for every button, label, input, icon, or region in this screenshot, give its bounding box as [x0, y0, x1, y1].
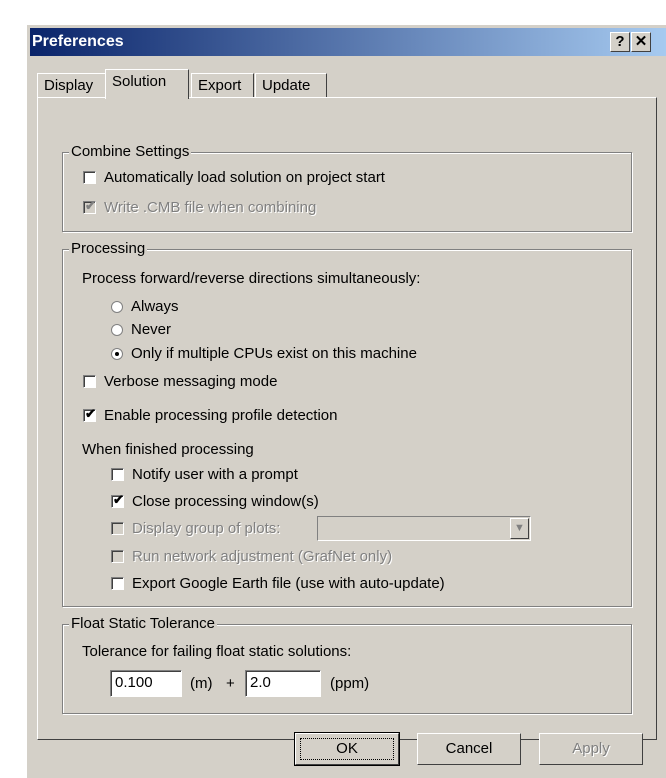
processing-title: Processing — [69, 240, 148, 257]
help-button[interactable]: ? — [610, 32, 630, 52]
finished-label: When finished processing — [82, 441, 254, 458]
check-icon: ✔ — [113, 492, 124, 507]
close-button[interactable]: ✕ — [631, 32, 651, 52]
close-window-checkbox[interactable]: ✔ Close processing window(s) — [111, 492, 319, 510]
title-bar: Preferences ? ✕ — [30, 28, 666, 56]
write-cmb-check: ✔ — [83, 198, 96, 214]
direction-label: Process forward/reverse directions simul… — [82, 270, 421, 287]
notify-check[interactable] — [111, 468, 124, 481]
run-network-checkbox: Run network adjustment (GrafNet only) — [111, 548, 392, 565]
apply-button: Apply — [539, 733, 643, 765]
tolerance-meters-input[interactable]: 0.100 — [110, 670, 182, 697]
plus-label: + — [226, 675, 235, 692]
auto-load-checkbox[interactable]: Automatically load solution on project s… — [83, 169, 385, 186]
processing-group: Processing Process forward/reverse direc… — [62, 240, 632, 607]
radio-never-button[interactable] — [111, 323, 123, 336]
ppm-unit-label: (ppm) — [330, 675, 370, 692]
plots-group-select: ▼ — [317, 516, 531, 541]
verbose-checkbox[interactable]: Verbose messaging mode — [83, 373, 277, 390]
focus-rect — [300, 738, 394, 760]
close-window-check[interactable]: ✔ — [111, 492, 124, 508]
display-plots-checkbox: Display group of plots: — [111, 520, 280, 537]
radio-never[interactable]: Never — [111, 321, 171, 338]
display-plots-check — [111, 522, 124, 535]
run-network-check — [111, 550, 124, 563]
cancel-button[interactable]: Cancel — [417, 733, 521, 765]
radio-selected-dot — [115, 351, 119, 356]
tab-export[interactable]: Export — [191, 73, 254, 97]
radio-multi-cpu-button[interactable] — [111, 347, 123, 360]
window-title: Preferences — [32, 33, 124, 50]
profile-detection-check[interactable]: ✔ — [83, 406, 96, 422]
ok-button[interactable]: OK — [294, 732, 400, 766]
preferences-dialog: Preferences ? ✕ Display Solution Export … — [26, 24, 666, 778]
tab-update[interactable]: Update — [255, 73, 327, 97]
export-google-earth-check[interactable] — [111, 577, 124, 590]
radio-multi-cpu[interactable]: Only if multiple CPUs exist on this mach… — [111, 345, 417, 362]
tolerance-ppm-input[interactable]: 2.0 — [245, 670, 321, 697]
notify-checkbox[interactable]: Notify user with a prompt — [111, 466, 298, 483]
chevron-down-icon: ▼ — [510, 518, 529, 539]
profile-detection-checkbox[interactable]: ✔ Enable processing profile detection — [83, 406, 337, 424]
check-icon: ✔ — [85, 198, 96, 213]
export-google-earth-checkbox[interactable]: Export Google Earth file (use with auto-… — [111, 575, 445, 592]
float-static-title: Float Static Tolerance — [69, 615, 217, 632]
radio-always[interactable]: Always — [111, 298, 179, 315]
float-static-group: Float Static Tolerance Tolerance for fai… — [62, 615, 632, 714]
tab-display[interactable]: Display — [37, 73, 107, 97]
solution-panel: Combine Settings Automatically load solu… — [37, 97, 657, 740]
tab-solution[interactable]: Solution — [105, 69, 189, 99]
float-static-description: Tolerance for failing float static solut… — [82, 643, 352, 660]
verbose-check[interactable] — [83, 375, 96, 388]
meters-unit-label: (m) — [190, 675, 213, 692]
combine-settings-title: Combine Settings — [69, 143, 192, 160]
check-icon: ✔ — [85, 406, 96, 421]
write-cmb-checkbox: ✔ Write .CMB file when combining — [83, 198, 317, 216]
radio-always-button[interactable] — [111, 300, 123, 313]
combine-settings-group: Combine Settings Automatically load solu… — [62, 143, 632, 232]
auto-load-check[interactable] — [83, 171, 96, 184]
